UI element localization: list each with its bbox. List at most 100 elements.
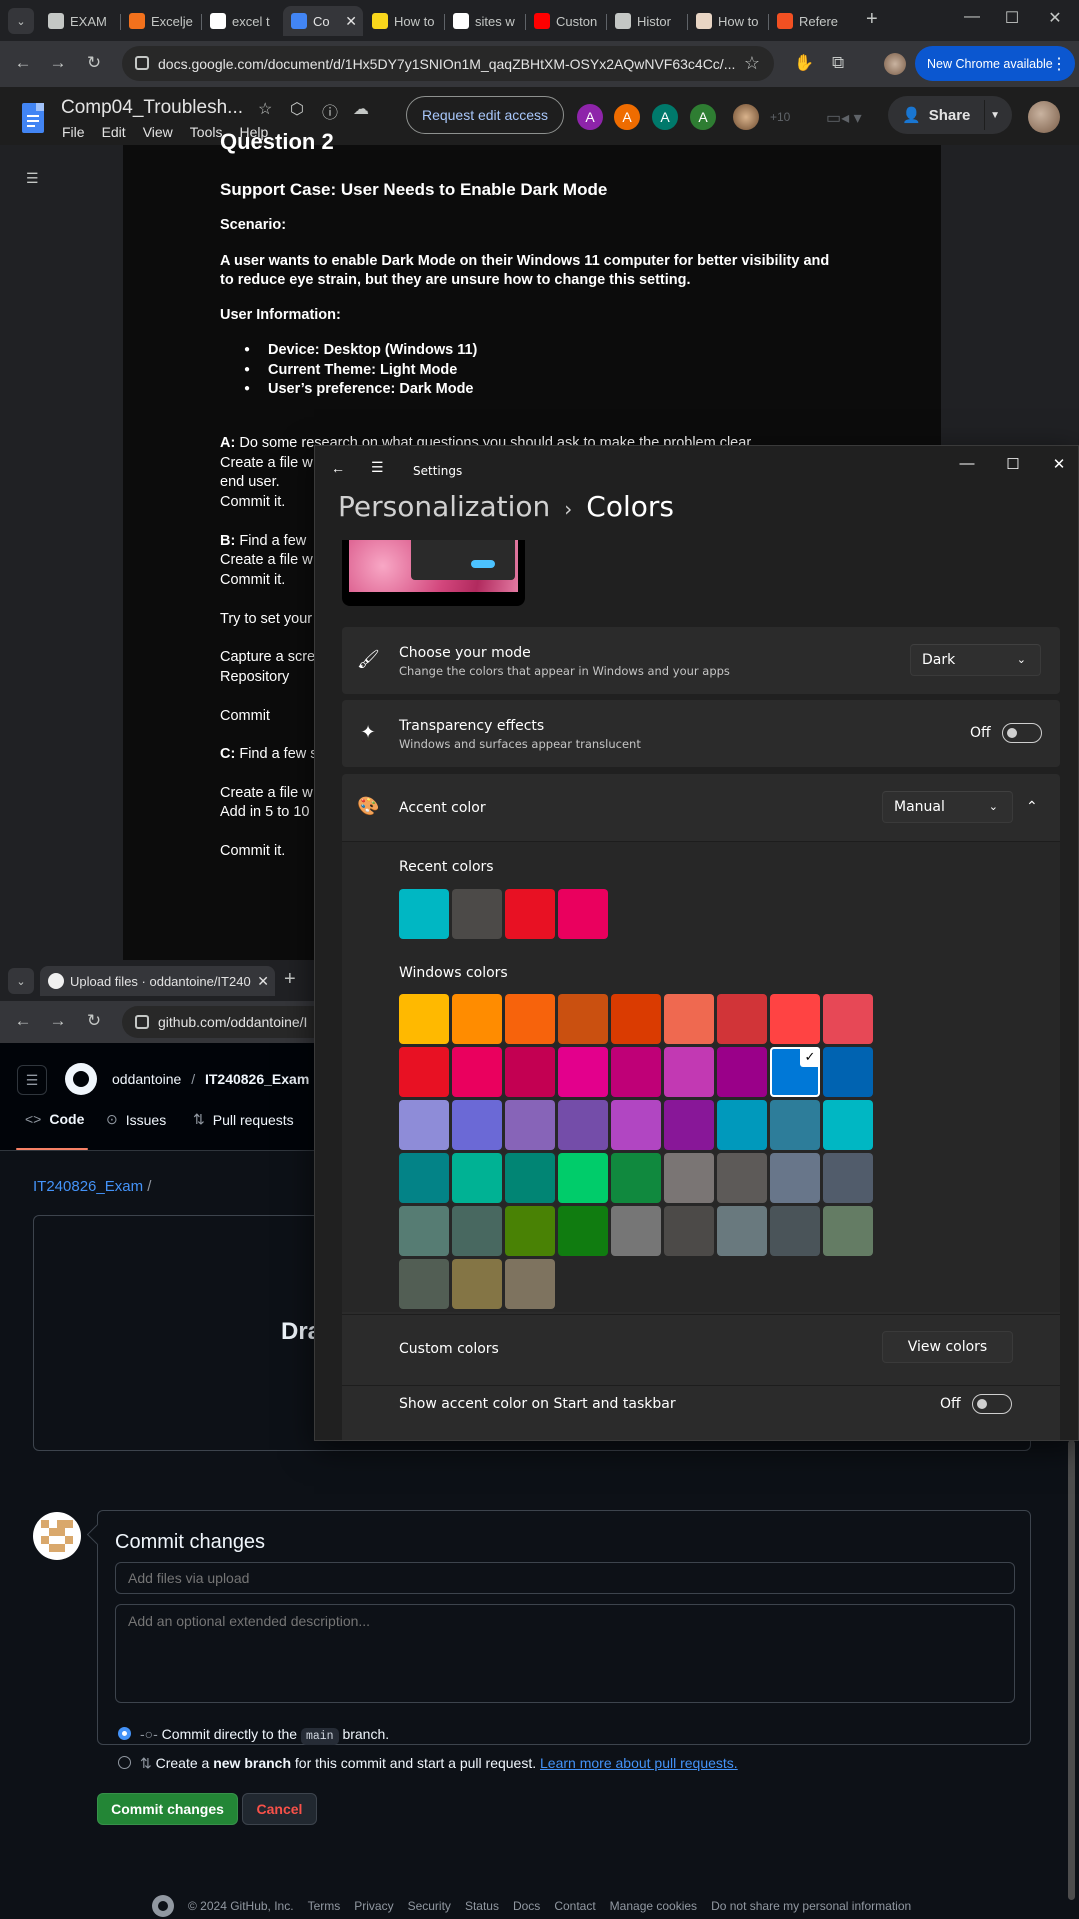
windows-color-swatch[interactable] — [717, 1047, 767, 1097]
windows-color-swatch[interactable] — [505, 1100, 555, 1150]
footer-link[interactable]: Contact — [554, 1899, 595, 1913]
recent-color-swatch[interactable] — [558, 889, 608, 939]
windows-color-swatch[interactable] — [664, 1100, 714, 1150]
windows-color-swatch[interactable] — [399, 1206, 449, 1256]
github-footer-logo-icon[interactable] — [152, 1895, 174, 1917]
forward-button[interactable]: → — [47, 53, 69, 73]
windows-color-swatch[interactable] — [505, 1206, 555, 1256]
windows-color-swatch[interactable] — [823, 1100, 873, 1150]
tab-issues[interactable]: ⊙ Issues — [106, 1111, 166, 1128]
selected-color-swatch[interactable] — [770, 1047, 820, 1097]
docs-logo-icon[interactable] — [22, 103, 44, 133]
windows-color-swatch[interactable] — [558, 1153, 608, 1203]
windows-color-swatch[interactable] — [399, 994, 449, 1044]
new-tab-button[interactable]: + — [284, 968, 296, 991]
windows-color-swatch[interactable] — [770, 1153, 820, 1203]
tab-3[interactable]: Co ✕ — [283, 6, 363, 36]
windows-color-swatch[interactable] — [452, 994, 502, 1044]
settings-minimize-button[interactable]: — — [953, 455, 981, 472]
recent-color-swatch[interactable] — [399, 889, 449, 939]
windows-color-swatch[interactable] — [664, 1047, 714, 1097]
tab-2[interactable]: excel t — [202, 6, 278, 36]
tab-search-button[interactable]: ⌄ — [8, 968, 34, 994]
windows-color-swatch[interactable] — [452, 1259, 502, 1309]
commit-summary-input[interactable] — [115, 1562, 1015, 1594]
tab-code[interactable]: <> Code — [25, 1111, 84, 1127]
owner-link[interactable]: oddantoine — [112, 1071, 181, 1087]
collaborator-avatar[interactable]: A — [688, 102, 718, 132]
site-info-icon[interactable] — [135, 56, 149, 70]
minimize-button[interactable]: — — [960, 8, 984, 26]
collaborator-avatar[interactable]: A — [650, 102, 680, 132]
footer-link[interactable]: Docs — [513, 1899, 540, 1913]
windows-color-swatch[interactable] — [399, 1100, 449, 1150]
back-button[interactable]: ← — [12, 1011, 34, 1031]
windows-color-swatch[interactable] — [823, 1153, 873, 1203]
tab-0[interactable]: EXAM — [40, 6, 116, 36]
menu-edit[interactable]: Edit — [102, 124, 126, 140]
settings-maximize-button[interactable]: ☐ — [999, 455, 1027, 473]
tab-pull-requests[interactable]: ⇅ Pull requests — [193, 1111, 294, 1128]
windows-color-swatch[interactable] — [717, 1153, 767, 1203]
reload-button[interactable]: ↻ — [83, 53, 105, 73]
windows-color-swatch[interactable] — [558, 994, 608, 1044]
windows-color-swatch[interactable] — [823, 1206, 873, 1256]
windows-color-swatch[interactable] — [770, 994, 820, 1044]
kebab-menu-icon[interactable]: ⋮ — [1051, 54, 1067, 74]
path-repo-link[interactable]: IT240826_Exam — [33, 1178, 143, 1195]
windows-color-swatch[interactable] — [452, 1100, 502, 1150]
profile-avatar-small[interactable] — [884, 53, 906, 75]
recent-color-swatch[interactable] — [452, 889, 502, 939]
cloud-status-icon[interactable]: ☁ — [353, 99, 369, 119]
maximize-button[interactable]: ☐ — [1000, 8, 1024, 28]
repo-link[interactable]: IT240826_Exam — [205, 1071, 309, 1087]
windows-color-swatch[interactable] — [558, 1206, 608, 1256]
windows-color-swatch[interactable] — [770, 1100, 820, 1150]
tab-6[interactable]: Custon — [526, 6, 602, 36]
mode-dropdown[interactable]: Dark ⌄ — [910, 644, 1041, 676]
windows-color-swatch[interactable] — [611, 1206, 661, 1256]
outline-icon[interactable]: ☰ — [26, 170, 39, 187]
accent-dropdown[interactable]: Manual ⌄ — [882, 791, 1013, 823]
collaborator-avatar-photo[interactable] — [731, 102, 761, 132]
move-icon[interactable]: ⬡ — [290, 99, 304, 119]
footer-link[interactable]: Status — [465, 1899, 499, 1913]
windows-color-swatch[interactable] — [664, 1206, 714, 1256]
windows-color-swatch[interactable] — [611, 994, 661, 1044]
taskbar-accent-toggle[interactable] — [972, 1394, 1012, 1414]
windows-color-swatch[interactable] — [505, 1047, 555, 1097]
windows-color-swatch[interactable] — [823, 1047, 873, 1097]
cancel-button[interactable]: Cancel — [242, 1793, 317, 1825]
forward-button[interactable]: → — [47, 1011, 69, 1031]
windows-color-swatch[interactable] — [664, 1153, 714, 1203]
tab-9[interactable]: Refere — [769, 6, 845, 36]
footer-link[interactable]: Privacy — [354, 1899, 393, 1913]
windows-color-swatch[interactable] — [452, 1206, 502, 1256]
share-button[interactable]: 👤 Share ▼ — [888, 96, 1012, 134]
breadcrumb-personalization[interactable]: Personalization — [338, 490, 550, 523]
close-tab-icon[interactable]: ✕ — [257, 973, 269, 990]
address-bar[interactable]: docs.google.com/document/d/1Hx5DY7y1SNIO… — [122, 46, 774, 81]
windows-color-swatch[interactable] — [717, 1100, 767, 1150]
windows-color-swatch[interactable] — [664, 994, 714, 1044]
extensions-puzzle-icon[interactable]: ⧉ — [832, 53, 844, 73]
close-tab-icon[interactable]: ✕ — [345, 13, 357, 30]
windows-color-swatch[interactable] — [452, 1047, 502, 1097]
windows-color-swatch[interactable] — [611, 1047, 661, 1097]
windows-color-swatch[interactable] — [823, 994, 873, 1044]
windows-color-swatch[interactable] — [505, 994, 555, 1044]
windows-color-swatch[interactable] — [558, 1047, 608, 1097]
tab-7[interactable]: Histor — [607, 6, 683, 36]
star-icon[interactable]: ☆ — [258, 99, 272, 119]
windows-color-swatch[interactable] — [770, 1206, 820, 1256]
windows-color-swatch[interactable] — [558, 1100, 608, 1150]
collaborator-avatar[interactable]: A — [612, 102, 642, 132]
windows-color-swatch[interactable] — [611, 1153, 661, 1203]
settings-close-button[interactable]: ✕ — [1045, 455, 1073, 473]
scrollbar-thumb[interactable] — [1068, 1440, 1075, 1900]
menu-file[interactable]: File — [62, 124, 85, 140]
hamburger-menu-icon[interactable]: ☰ — [17, 1065, 47, 1095]
commit-description-textarea[interactable] — [115, 1604, 1015, 1703]
tab-1[interactable]: Excelje — [121, 6, 197, 36]
windows-color-swatch[interactable] — [399, 1153, 449, 1203]
